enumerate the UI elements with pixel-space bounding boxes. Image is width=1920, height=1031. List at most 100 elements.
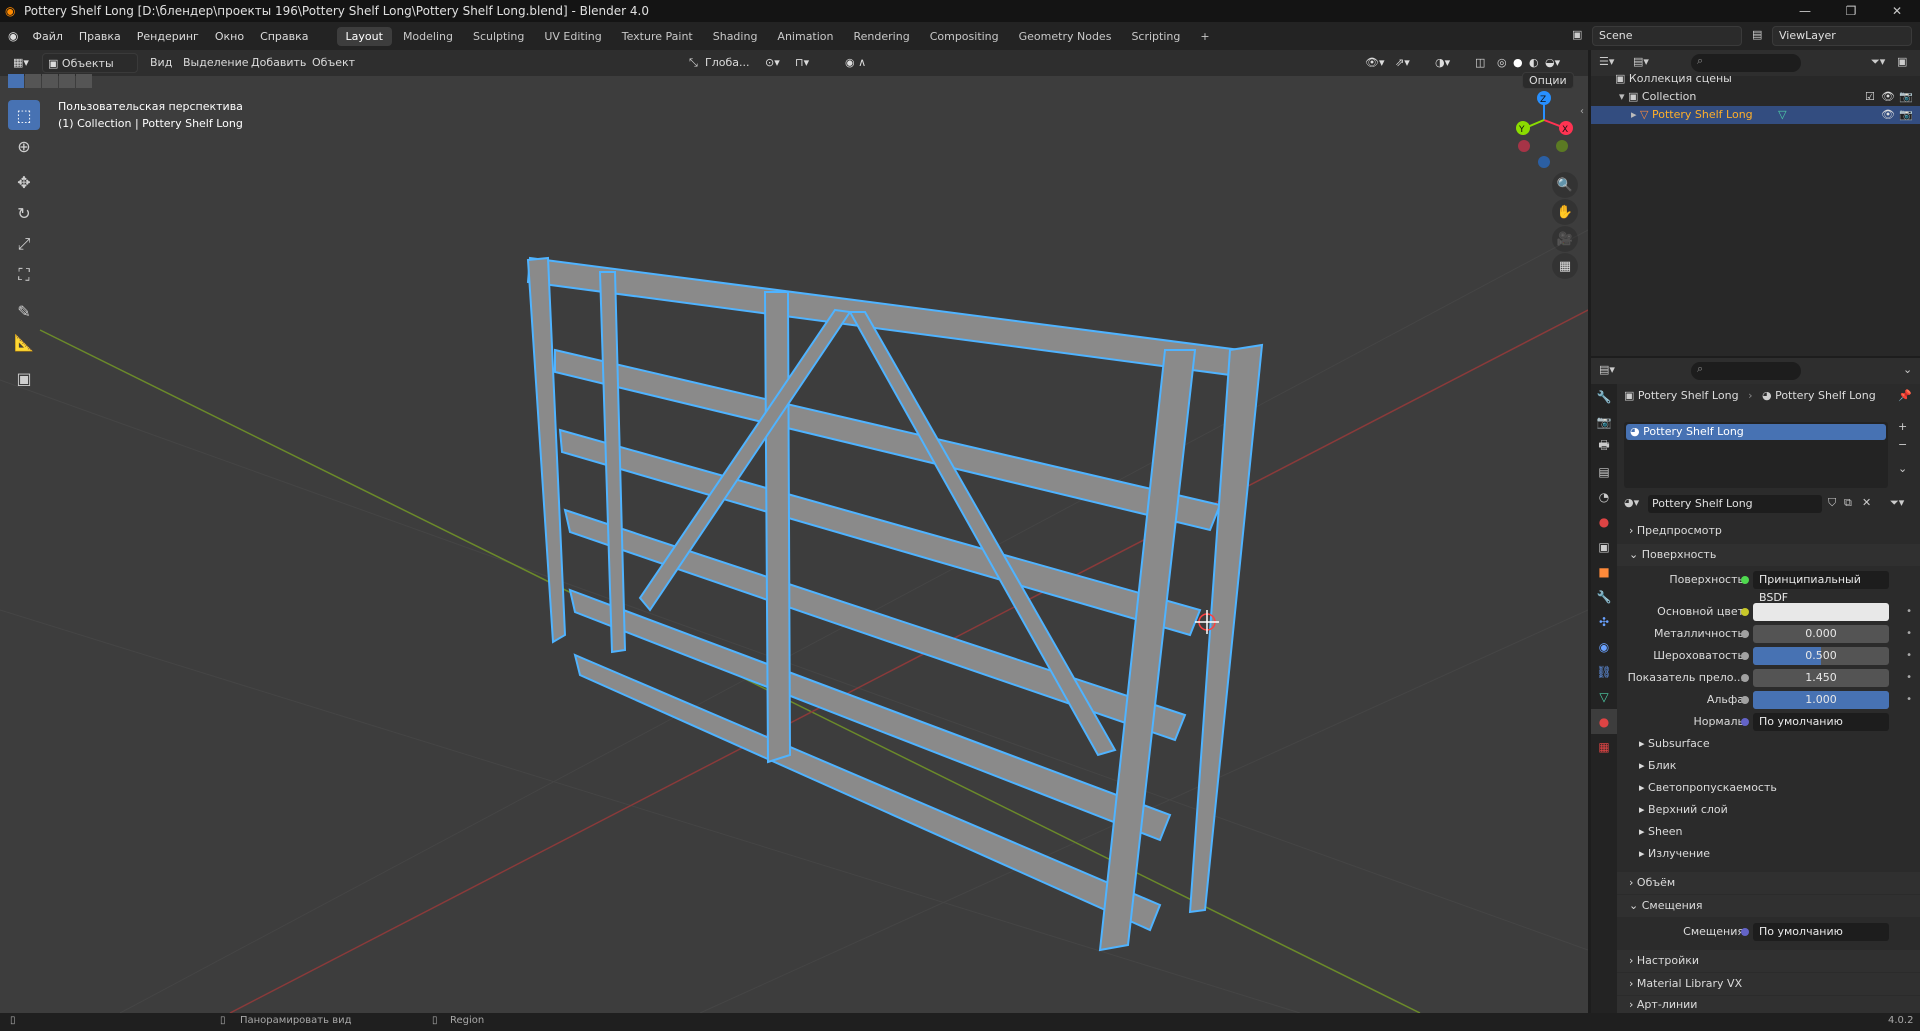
- tab-geometry-nodes[interactable]: Geometry Nodes: [1010, 27, 1121, 46]
- node-filter-icon[interactable]: ⏷▾: [1890, 496, 1904, 510]
- render-tab-icon[interactable]: 📷: [1591, 409, 1617, 434]
- 3d-viewport[interactable]: Z X Y: [0, 50, 1588, 1013]
- menu-render[interactable]: Рендеринг: [129, 30, 207, 43]
- float-socket-icon[interactable]: [1741, 674, 1749, 682]
- section-material-library[interactable]: › Material Library VX: [1617, 973, 1920, 995]
- outliner-filter-icon[interactable]: ⏷▾: [1871, 55, 1885, 69]
- select-intersect-icon[interactable]: [76, 74, 92, 88]
- tab-compositing[interactable]: Compositing: [921, 27, 1008, 46]
- measure-tool-icon[interactable]: 📐: [8, 327, 40, 357]
- normal-field[interactable]: По умолчанию: [1753, 713, 1889, 731]
- particles-tab-icon[interactable]: ✣: [1591, 609, 1617, 634]
- collection-tab-icon[interactable]: ▣: [1591, 534, 1617, 559]
- xray-icon[interactable]: ◫: [1470, 53, 1490, 73]
- tool-tab-icon[interactable]: 🔧: [1591, 384, 1617, 409]
- add-workspace-button[interactable]: +: [1191, 27, 1218, 46]
- menu-select[interactable]: Выделение: [178, 53, 254, 73]
- keyframe-dot-icon[interactable]: •: [1906, 650, 1912, 661]
- transform-tool-icon[interactable]: ⛶: [8, 260, 40, 290]
- unlink-material-icon[interactable]: ✕: [1862, 496, 1871, 509]
- checkbox-icon[interactable]: ☑: [1865, 88, 1875, 106]
- move-tool-icon[interactable]: ✥: [8, 167, 40, 197]
- menu-view[interactable]: Вид: [145, 53, 177, 73]
- mesh-data-icon[interactable]: ▽: [1778, 108, 1786, 121]
- constraints-tab-icon[interactable]: ⛓: [1591, 659, 1617, 684]
- surface-shader-field[interactable]: Принципиальный BSDF: [1753, 571, 1889, 604]
- scale-tool-icon[interactable]: ⤢: [8, 229, 40, 259]
- annotate-tool-icon[interactable]: ✎: [8, 296, 40, 326]
- sidebar-toggle-icon[interactable]: ‹: [1580, 106, 1584, 117]
- transform-orientation-dropdown[interactable]: Глоба...: [700, 53, 754, 73]
- properties-editor-icon[interactable]: ▤▾: [1599, 363, 1615, 376]
- keyframe-dot-icon[interactable]: •: [1906, 606, 1912, 617]
- float-socket-icon[interactable]: [1741, 696, 1749, 704]
- add-slot-icon[interactable]: +: [1898, 420, 1907, 433]
- close-button[interactable]: ✕: [1874, 0, 1920, 22]
- overlays-icon[interactable]: ◑▾: [1430, 53, 1455, 73]
- properties-search-input[interactable]: ⌕: [1691, 362, 1801, 380]
- add-cube-tool-icon[interactable]: ▣: [8, 363, 40, 393]
- zoom-icon[interactable]: 🔍: [1552, 172, 1578, 198]
- displacement-field[interactable]: По умолчанию: [1753, 923, 1889, 941]
- pivot-icon[interactable]: ⊙▾: [760, 53, 785, 73]
- render-camera-icon[interactable]: 📷: [1899, 106, 1913, 124]
- color-socket-icon[interactable]: [1741, 608, 1749, 616]
- tab-texture-paint[interactable]: Texture Paint: [613, 27, 702, 46]
- new-collection-icon[interactable]: ▣: [1897, 55, 1907, 68]
- vector-socket-icon[interactable]: [1741, 718, 1749, 726]
- base-color-swatch[interactable]: [1753, 603, 1889, 621]
- menu-add[interactable]: Добавить: [246, 53, 311, 73]
- tab-shading[interactable]: Shading: [704, 27, 767, 46]
- scene-tab-icon[interactable]: ◔: [1591, 484, 1617, 509]
- float-socket-icon[interactable]: [1741, 630, 1749, 638]
- menu-object[interactable]: Объект: [307, 53, 360, 73]
- menu-window[interactable]: Окно: [207, 30, 252, 43]
- select-subtract-icon[interactable]: [42, 74, 58, 88]
- scene-icon[interactable]: ▣: [1572, 28, 1582, 41]
- proportional-edit-icon[interactable]: ◉ ∧: [840, 53, 871, 73]
- tab-animation[interactable]: Animation: [768, 27, 842, 46]
- menu-help[interactable]: Справка: [252, 30, 316, 43]
- subpanel-emission[interactable]: ▸ Излучение: [1617, 844, 1920, 864]
- tab-uv-editing[interactable]: UV Editing: [535, 27, 610, 46]
- blender-menu-icon[interactable]: ◉: [8, 29, 18, 43]
- shader-socket-icon[interactable]: [1741, 576, 1749, 584]
- scene-selector[interactable]: Scene: [1592, 26, 1742, 46]
- expand-arrow-icon[interactable]: ▸: [1631, 108, 1640, 121]
- ior-field[interactable]: 1.450: [1753, 669, 1889, 687]
- slot-menu-icon[interactable]: ⌄: [1898, 462, 1907, 475]
- browse-material-icon[interactable]: ◕▾: [1624, 496, 1639, 509]
- viewlayer-icon[interactable]: ▤: [1752, 28, 1762, 41]
- menu-file[interactable]: Файл: [24, 30, 70, 43]
- outliner-display-icon[interactable]: ▤▾: [1633, 55, 1649, 68]
- menu-edit[interactable]: Правка: [71, 30, 129, 43]
- tab-modeling[interactable]: Modeling: [394, 27, 462, 46]
- output-tab-icon[interactable]: 🖶: [1591, 434, 1617, 459]
- select-box-tool-icon[interactable]: ⬚: [8, 100, 40, 130]
- tab-rendering[interactable]: Rendering: [845, 27, 919, 46]
- outliner-row-object[interactable]: ▸ ▽ Pottery Shelf Long ▽ 👁 📷: [1591, 106, 1920, 124]
- keyframe-dot-icon[interactable]: •: [1906, 672, 1912, 683]
- alpha-field[interactable]: 1.000: [1753, 691, 1889, 709]
- material-tab-icon[interactable]: ●: [1591, 709, 1617, 734]
- pan-hand-icon[interactable]: ✋: [1552, 199, 1578, 225]
- gizmo-toggle-icon[interactable]: ⇗▾: [1390, 53, 1415, 73]
- tab-sculpting[interactable]: Sculpting: [464, 27, 533, 46]
- subpanel-specular[interactable]: ▸ Блик: [1617, 756, 1920, 776]
- visibility-eye-icon[interactable]: 👁: [1881, 88, 1895, 106]
- fake-user-shield-icon[interactable]: ⛉: [1828, 496, 1836, 510]
- section-lineart[interactable]: › Арт-линии: [1617, 996, 1920, 1013]
- physics-tab-icon[interactable]: ◉: [1591, 634, 1617, 659]
- camera-icon[interactable]: 🎥: [1552, 226, 1578, 252]
- render-camera-icon[interactable]: 📷: [1899, 88, 1913, 106]
- cursor-tool-icon[interactable]: ⊕: [8, 131, 40, 161]
- subpanel-transmission[interactable]: ▸ Светопропускаемость: [1617, 778, 1920, 798]
- material-name-field[interactable]: Pottery Shelf Long: [1648, 495, 1822, 513]
- object-tab-icon[interactable]: ■: [1591, 559, 1617, 584]
- ortho-grid-icon[interactable]: ▦: [1552, 253, 1578, 279]
- vector-socket-icon[interactable]: [1741, 928, 1749, 936]
- duplicate-material-icon[interactable]: ⧉: [1844, 496, 1852, 510]
- properties-options-icon[interactable]: ⌄: [1903, 363, 1912, 376]
- viewlayer-selector[interactable]: ViewLayer: [1772, 26, 1912, 46]
- subpanel-coat[interactable]: ▸ Верхний слой: [1617, 800, 1920, 820]
